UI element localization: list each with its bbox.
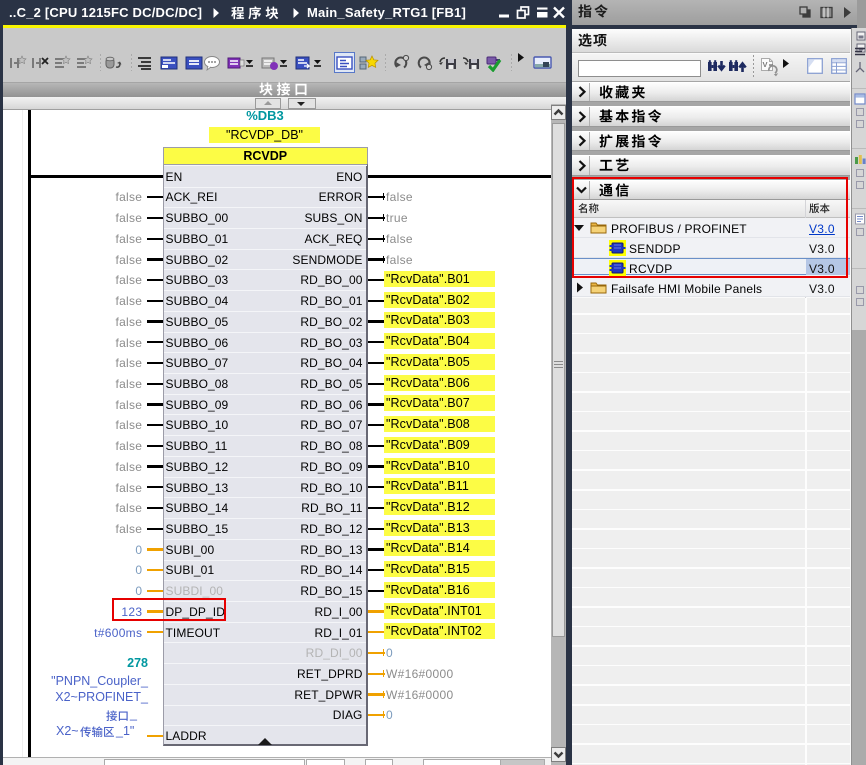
svg-text:V: V <box>763 60 768 69</box>
